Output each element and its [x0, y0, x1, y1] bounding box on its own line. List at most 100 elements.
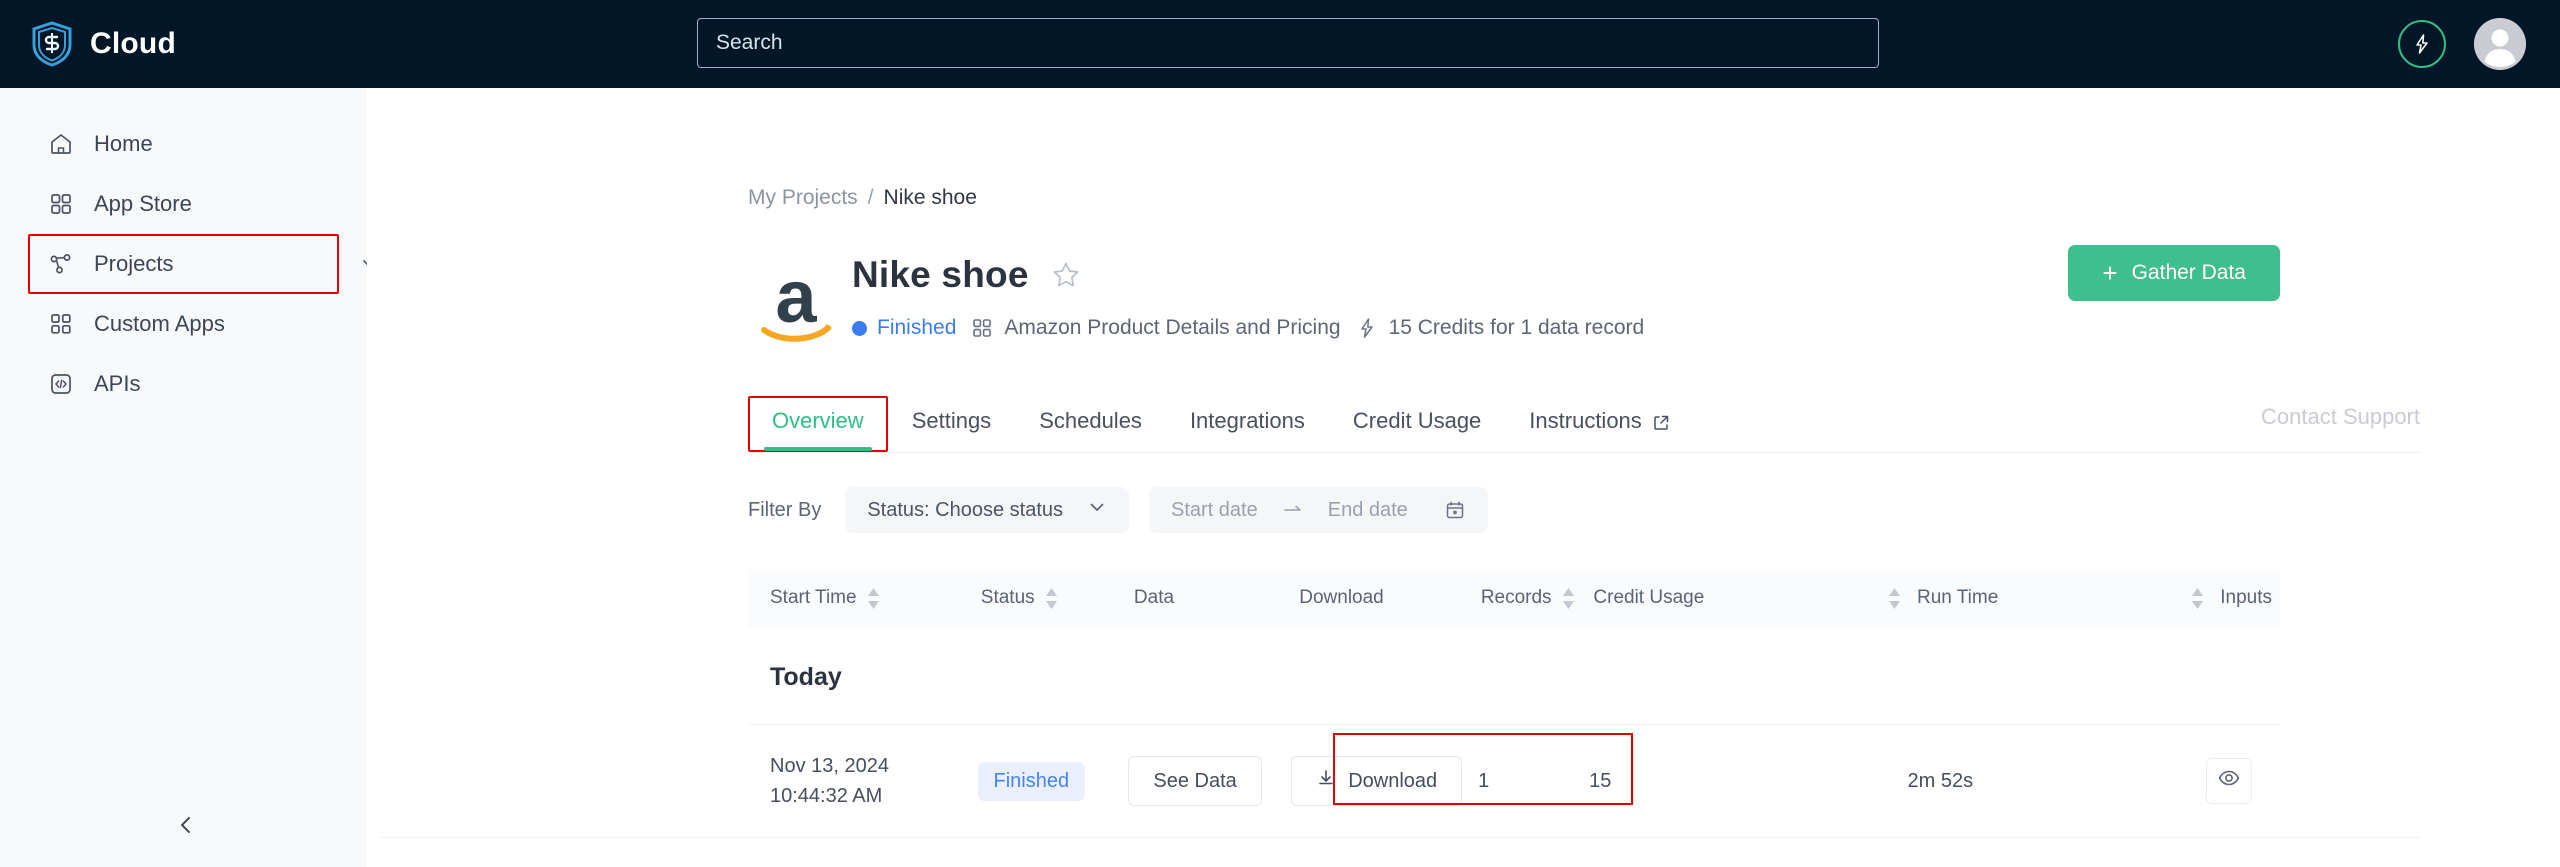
brand-logo-group[interactable]: Cloud	[0, 20, 367, 68]
status-filter-value: Status: Choose status	[867, 498, 1064, 521]
tab-overview[interactable]: Overview	[748, 396, 888, 452]
table-row: Nov 13, 2024 10:44:32 AM Finished See Da…	[748, 724, 2280, 837]
view-inputs-button[interactable]	[2206, 758, 2252, 804]
column-label: Start Time	[770, 587, 857, 608]
tabs-row: Overview Settings Schedules Integrations…	[748, 396, 2420, 453]
start-date-input[interactable]: Start date	[1171, 499, 1258, 522]
sidebar-item-home[interactable]: Home	[28, 114, 339, 174]
code-brackets-icon	[48, 371, 74, 397]
main-content: My Projects / Nike shoe a Nike shoe Fini…	[367, 88, 2560, 867]
see-data-button[interactable]: See Data	[1128, 756, 1262, 806]
tab-list: Overview Settings Schedules Integrations…	[748, 396, 2420, 453]
gather-data-label: Gather Data	[2131, 261, 2246, 284]
status-badge: Finished	[852, 316, 956, 340]
status-dot-icon	[852, 320, 867, 336]
table-header-run-time[interactable]: Run Time	[1909, 587, 2212, 609]
sidebar-item-projects[interactable]: Projects	[28, 234, 377, 294]
gather-data-button[interactable]: + Gather Data	[2068, 245, 2280, 301]
cell-start-time: Nov 13, 2024 10:44:32 AM	[770, 755, 889, 807]
search-input[interactable]	[697, 18, 1879, 68]
cell-run-time: 2m 52s	[1907, 769, 1974, 792]
brand-name: Cloud	[90, 27, 176, 60]
sidebar-item-custom-apps[interactable]: Custom Apps	[28, 294, 339, 354]
custom-apps-icon	[48, 311, 74, 337]
chevron-left-icon	[175, 814, 197, 841]
sidebar-item-label: App Store	[94, 191, 192, 216]
arrow-right-icon	[1282, 499, 1304, 521]
column-label: Inputs	[2220, 587, 2273, 608]
table-header-credit-usage[interactable]: Credit Usage	[1585, 587, 1909, 609]
table-header-inputs: Inputs	[2212, 587, 2280, 609]
tab-label: Schedules	[1039, 408, 1142, 433]
runs-table: Start Time Status Data Download Records …	[748, 569, 2280, 837]
end-date-input[interactable]: End date	[1328, 499, 1408, 522]
date-range-picker[interactable]: Start date End date	[1149, 487, 1488, 533]
sidebar-collapse-button[interactable]	[168, 809, 204, 845]
eye-icon	[2217, 766, 2241, 796]
tab-integrations[interactable]: Integrations	[1166, 396, 1329, 452]
status-filter-select[interactable]: Status: Choose status	[845, 487, 1130, 533]
sort-toggle-icon[interactable]	[1562, 587, 1575, 609]
credits-lightning-icon[interactable]	[2398, 20, 2446, 68]
filter-by-label: Filter By	[748, 498, 822, 521]
app-body: Home App Store Projects Custom Apps APIs…	[0, 88, 2560, 867]
star-outline-icon[interactable]	[1051, 260, 1081, 290]
tab-instructions[interactable]: Instructions	[1505, 396, 1694, 452]
project-header: a Nike shoe Finished Amazon Product Deta…	[381, 210, 2420, 350]
breadcrumb-parent-link[interactable]: My Projects	[748, 186, 858, 210]
breadcrumb-separator: /	[867, 186, 874, 209]
sidebar-item-apis[interactable]: APIs	[28, 354, 339, 414]
column-label: Download	[1299, 587, 1384, 608]
download-icon	[1316, 768, 1336, 794]
filter-bar: Filter By Status: Choose status Start da…	[748, 487, 2420, 533]
tab-label: Settings	[911, 408, 992, 433]
amazon-logo-icon: a	[748, 254, 844, 350]
tab-settings[interactable]: Settings	[888, 396, 1016, 452]
table-header-status[interactable]: Status	[973, 587, 1126, 609]
template-info: Amazon Product Details and Pricing	[970, 316, 1341, 340]
chevron-down-icon	[1087, 497, 1107, 523]
external-link-icon	[1652, 412, 1670, 430]
tab-label: Integrations	[1189, 408, 1305, 433]
app-root: Cloud Search Home App Store Projects Cus…	[0, 0, 2560, 867]
breadcrumb: My Projects / Nike shoe	[381, 88, 2420, 210]
sort-toggle-icon[interactable]	[1888, 587, 1901, 609]
user-avatar[interactable]	[2474, 18, 2526, 70]
shield-s-logo-icon	[30, 20, 74, 68]
download-button[interactable]: Download	[1291, 756, 1463, 806]
status-label: Finished	[877, 316, 957, 339]
contact-support-link[interactable]: Contact Support	[2261, 404, 2420, 430]
table-header-download: Download	[1291, 587, 1473, 609]
table-group-label: Today	[770, 663, 842, 691]
tab-schedules[interactable]: Schedules	[1015, 396, 1166, 452]
table-header-start-time[interactable]: Start Time	[748, 587, 973, 609]
breadcrumb-current: Nike shoe	[883, 186, 977, 209]
page-title: Nike shoe	[852, 254, 1029, 295]
cell-download: Download	[1283, 756, 1470, 806]
sidebar-item-label: APIs	[94, 371, 141, 396]
tab-label: Overview	[772, 408, 864, 433]
tab-label: Credit Usage	[1352, 408, 1482, 433]
table-header-records[interactable]: Records	[1473, 587, 1586, 609]
table-bottom-divider	[381, 837, 2420, 838]
sort-toggle-icon[interactable]	[1045, 587, 1058, 609]
project-title-row: Nike shoe	[852, 254, 1644, 296]
see-data-label: See Data	[1153, 769, 1237, 792]
grid-apps-icon	[970, 316, 994, 340]
table-header-data: Data	[1126, 587, 1291, 609]
cell-inputs	[2198, 758, 2280, 804]
sort-toggle-icon[interactable]	[2191, 587, 2204, 609]
search-container	[697, 18, 1879, 68]
credits-label: 15 Credits for 1 data record	[1388, 316, 1645, 339]
sort-toggle-icon[interactable]	[867, 587, 880, 609]
column-label: Records	[1480, 587, 1552, 608]
column-label: Status	[980, 587, 1035, 608]
credits-info: 15 Credits for 1 data record	[1355, 316, 1645, 340]
project-header-text: Nike shoe Finished Amazon Product Detail…	[852, 248, 1644, 340]
sidebar-item-app-store[interactable]: App Store	[28, 174, 339, 234]
tab-credit-usage[interactable]: Credit Usage	[1329, 396, 1505, 452]
sidebar-item-label: Custom Apps	[94, 311, 225, 336]
cell-data: See Data	[1120, 756, 1283, 806]
column-label: Run Time	[1916, 587, 1999, 608]
cell-records: 1	[1478, 769, 1490, 792]
